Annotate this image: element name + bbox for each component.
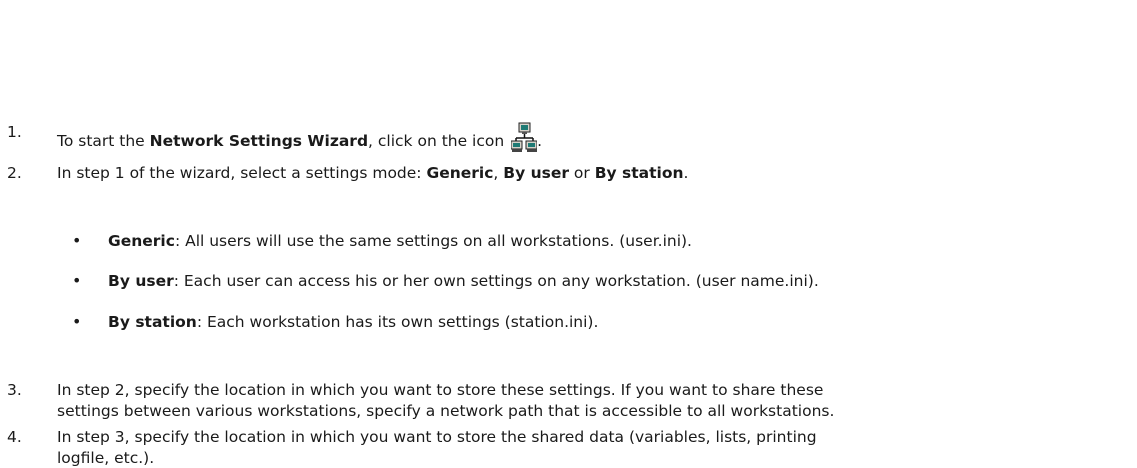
bullet-term: Generic [108, 232, 175, 250]
step-text-line: logfile, etc.). [57, 449, 155, 467]
step-text: To start the Network Settings Wizard, cl… [57, 122, 542, 154]
mode-generic: Generic [426, 164, 494, 182]
step-text-line: settings between various workstations, s… [57, 402, 835, 420]
network-computers-icon[interactable] [511, 122, 538, 154]
step-number: 4. [7, 428, 22, 446]
bullet-text: : Each workstation has its own settings … [196, 313, 599, 331]
bullet-icon: • [72, 312, 82, 331]
step-number: 3. [7, 381, 22, 399]
bullet-term: By user [108, 272, 174, 290]
step-text-line: In step 2, specify the location in which… [57, 381, 824, 399]
bullet-icon: • [72, 231, 82, 250]
step-number: 2. [7, 164, 22, 182]
mode-by-user: By user [503, 164, 569, 182]
step-text-line: In step 3, specify the location in which… [57, 428, 817, 446]
mode-by-station: By station [594, 164, 684, 182]
bullet-icon: • [72, 271, 82, 290]
step-text: In step 1 of the wizard, select a settin… [57, 164, 689, 182]
bullet-term: By station [108, 313, 197, 331]
bullet-text: : All users will use the same settings o… [174, 232, 692, 250]
wizard-name: Network Settings Wizard [149, 132, 369, 150]
step-number: 1. [7, 123, 22, 141]
bullet-text: : Each user can access his or her own se… [173, 272, 819, 290]
